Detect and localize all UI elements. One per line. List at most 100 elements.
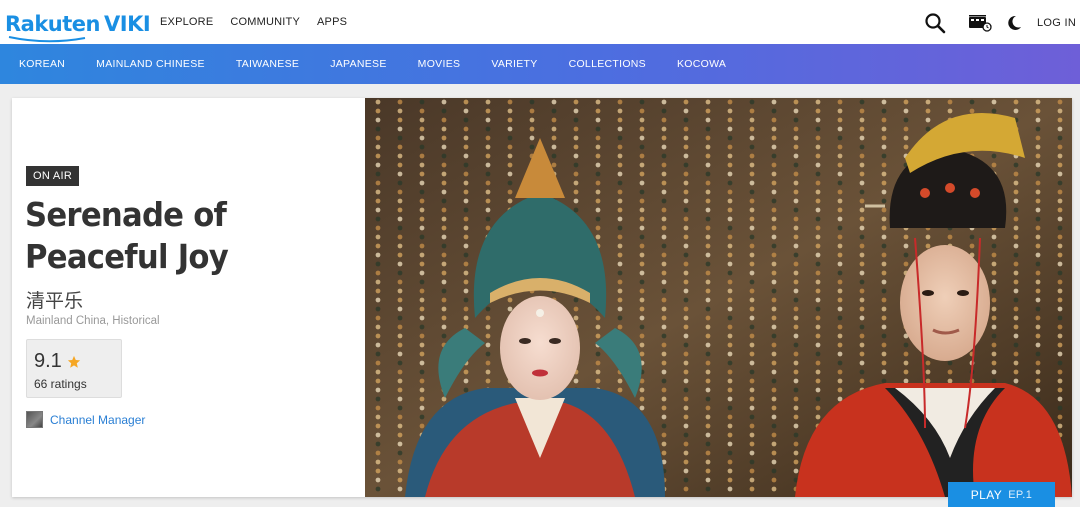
curtain-bead <box>771 315 777 321</box>
curtain-bead <box>991 243 997 249</box>
curtain-bead <box>771 117 777 123</box>
curtain-bead <box>397 162 403 168</box>
curtain-bead <box>639 144 645 150</box>
play-episode: EP.1 <box>1008 488 1033 501</box>
dark-mode-toggle[interactable] <box>1005 14 1023 32</box>
curtain-bead <box>397 198 403 204</box>
curtain-bead <box>881 108 887 114</box>
curtain-bead <box>1057 288 1063 294</box>
curtain-bead <box>397 126 403 132</box>
genre-collections[interactable]: COLLECTIONS <box>569 58 646 70</box>
curtain-bead <box>573 171 579 177</box>
native-title: 清平乐 <box>26 291 84 312</box>
curtain-bead <box>771 189 777 195</box>
curtain-bead <box>749 459 755 465</box>
curtain-bead <box>771 126 777 132</box>
curtain-bead <box>815 216 821 222</box>
curtain-bead <box>617 153 623 159</box>
play-button[interactable]: PLAY EP.1 <box>948 482 1055 507</box>
curtain-bead <box>463 369 469 375</box>
curtain-bead <box>727 171 733 177</box>
curtain-bead <box>397 243 403 249</box>
curtain-bead <box>683 270 689 276</box>
curtain-bead <box>991 351 997 357</box>
viki-logo[interactable]: Rakuten VIKI <box>5 11 151 43</box>
curtain-bead <box>661 180 667 186</box>
hero-poster-image[interactable] <box>365 98 1072 497</box>
curtain-bead <box>881 252 887 258</box>
curtain-bead <box>1035 243 1041 249</box>
curtain-bead <box>441 333 447 339</box>
curtain-bead <box>771 405 777 411</box>
curtain-bead <box>661 279 667 285</box>
curtain-bead <box>397 459 403 465</box>
channel-name: Channel Manager <box>50 412 146 427</box>
genre-mainland-chinese[interactable]: MAINLAND CHINESE <box>96 58 205 70</box>
curtain-bead <box>793 432 799 438</box>
curtain-bead <box>1057 279 1063 285</box>
curtain-bead <box>705 216 711 222</box>
curtain-bead <box>397 144 403 150</box>
genre-japanese[interactable]: JAPANESE <box>330 58 386 70</box>
nav-explore[interactable]: EXPLORE <box>160 16 213 28</box>
curtain-bead <box>463 99 469 105</box>
curtain-bead <box>727 360 733 366</box>
curtain-bead <box>727 216 733 222</box>
curtain-bead <box>639 387 645 393</box>
curtain-bead <box>1057 117 1063 123</box>
channel-link[interactable]: Channel Manager <box>26 411 145 428</box>
curtain-bead <box>925 108 931 114</box>
genre-movies[interactable]: MOVIES <box>418 58 461 70</box>
show-title[interactable]: Serenade of Peaceful Joy <box>25 194 332 278</box>
curtain-bead <box>441 288 447 294</box>
nav-community[interactable]: COMMUNITY <box>230 16 300 28</box>
login-button[interactable]: LOG IN <box>1037 17 1076 29</box>
curtain-bead <box>397 405 403 411</box>
curtain-bead <box>793 162 799 168</box>
curtain-bead <box>463 279 469 285</box>
curtain-bead <box>419 216 425 222</box>
genre-taiwanese[interactable]: TAIWANESE <box>236 58 299 70</box>
curtain-bead <box>507 153 513 159</box>
curtain-bead <box>573 153 579 159</box>
curtain-bead <box>1035 369 1041 375</box>
curtain-bead <box>1035 261 1041 267</box>
curtain-bead <box>815 369 821 375</box>
curtain-bead <box>463 153 469 159</box>
curtain-bead <box>925 126 931 132</box>
curtain-bead <box>397 378 403 384</box>
curtain-bead <box>441 108 447 114</box>
curtain-bead <box>705 234 711 240</box>
curtain-bead <box>793 252 799 258</box>
curtain-bead <box>793 297 799 303</box>
nav-apps[interactable]: APPS <box>317 16 347 28</box>
genre-kocowa[interactable]: KOCOWA <box>677 58 726 70</box>
curtain-bead <box>815 135 821 141</box>
curtain-bead <box>639 117 645 123</box>
curtain-bead <box>859 198 865 204</box>
genre-korean[interactable]: KOREAN <box>19 58 65 70</box>
curtain-bead <box>771 342 777 348</box>
curtain-bead <box>397 108 403 114</box>
curtain-bead <box>771 261 777 267</box>
genre-variety[interactable]: VARIETY <box>491 58 537 70</box>
search-button[interactable] <box>924 12 946 34</box>
curtain-bead <box>375 378 381 384</box>
curtain-bead <box>727 342 733 348</box>
curtain-bead <box>419 243 425 249</box>
curtain-bead <box>727 243 733 249</box>
curtain-bead <box>595 207 601 213</box>
curtain-bead <box>375 189 381 195</box>
curtain-bead <box>881 126 887 132</box>
cast-button[interactable] <box>968 14 992 32</box>
curtain-bead <box>507 135 513 141</box>
curtain-bead <box>375 153 381 159</box>
curtain-bead <box>595 108 601 114</box>
curtain-bead <box>661 351 667 357</box>
curtain-bead <box>705 225 711 231</box>
curtain-bead <box>727 180 733 186</box>
rating-count: 66 ratings <box>34 377 87 391</box>
curtain-bead <box>793 450 799 456</box>
curtain-bead <box>881 198 887 204</box>
curtain-bead <box>375 468 381 474</box>
